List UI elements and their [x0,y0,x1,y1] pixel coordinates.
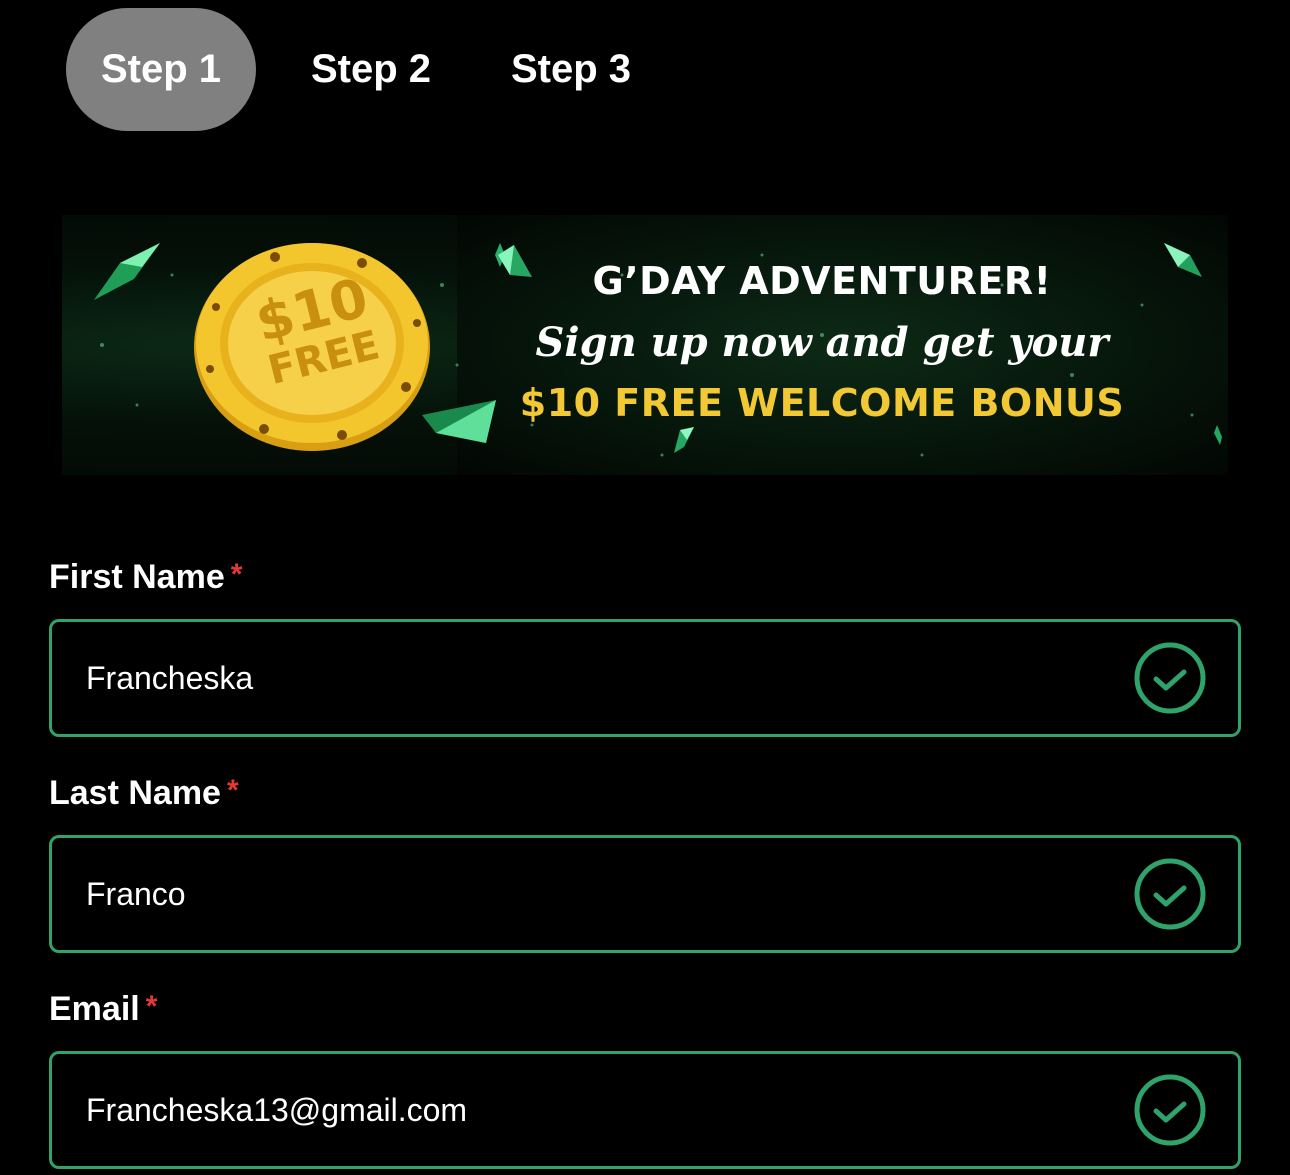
check-circle-icon [1134,642,1206,714]
last-name-field[interactable] [49,835,1241,953]
check-circle-icon [1134,1074,1206,1146]
email-label-text: Email [49,990,140,1028]
emerald-gem-icon [94,243,160,300]
step-tabs: Step 1 Step 2 Step 3 [66,8,671,131]
emerald-gem-icon [674,427,694,453]
welcome-bonus-banner: $10 FREE G’DAY ADVENTURER! Sign up now a… [62,215,1228,475]
first-name-label-text: First Name [49,558,225,596]
last-name-input[interactable] [86,838,1086,950]
check-circle-icon [1134,858,1206,930]
last-name-label-text: Last Name [49,774,221,812]
banner-subtitle: Sign up now and get your [535,319,1109,366]
email-label: Email * [49,990,157,1029]
tab-step-1[interactable]: Step 1 [66,8,256,131]
required-asterisk: * [226,774,239,807]
tab-step-3[interactable]: Step 3 [471,8,671,131]
tab-step-2[interactable]: Step 2 [256,8,486,131]
email-input[interactable] [86,1054,1086,1166]
email-field[interactable] [49,1051,1241,1169]
required-asterisk: * [230,558,243,591]
emerald-gem-icon [1214,425,1222,445]
first-name-label: First Name * [49,558,242,597]
first-name-field[interactable] [49,619,1241,737]
last-name-label: Last Name * [49,774,239,813]
first-name-input[interactable] [86,622,1086,734]
required-asterisk: * [145,990,158,1023]
banner-bonus-text: $10 FREE WELCOME BONUS [519,381,1125,425]
banner-title: G’DAY ADVENTURER! [592,259,1052,303]
